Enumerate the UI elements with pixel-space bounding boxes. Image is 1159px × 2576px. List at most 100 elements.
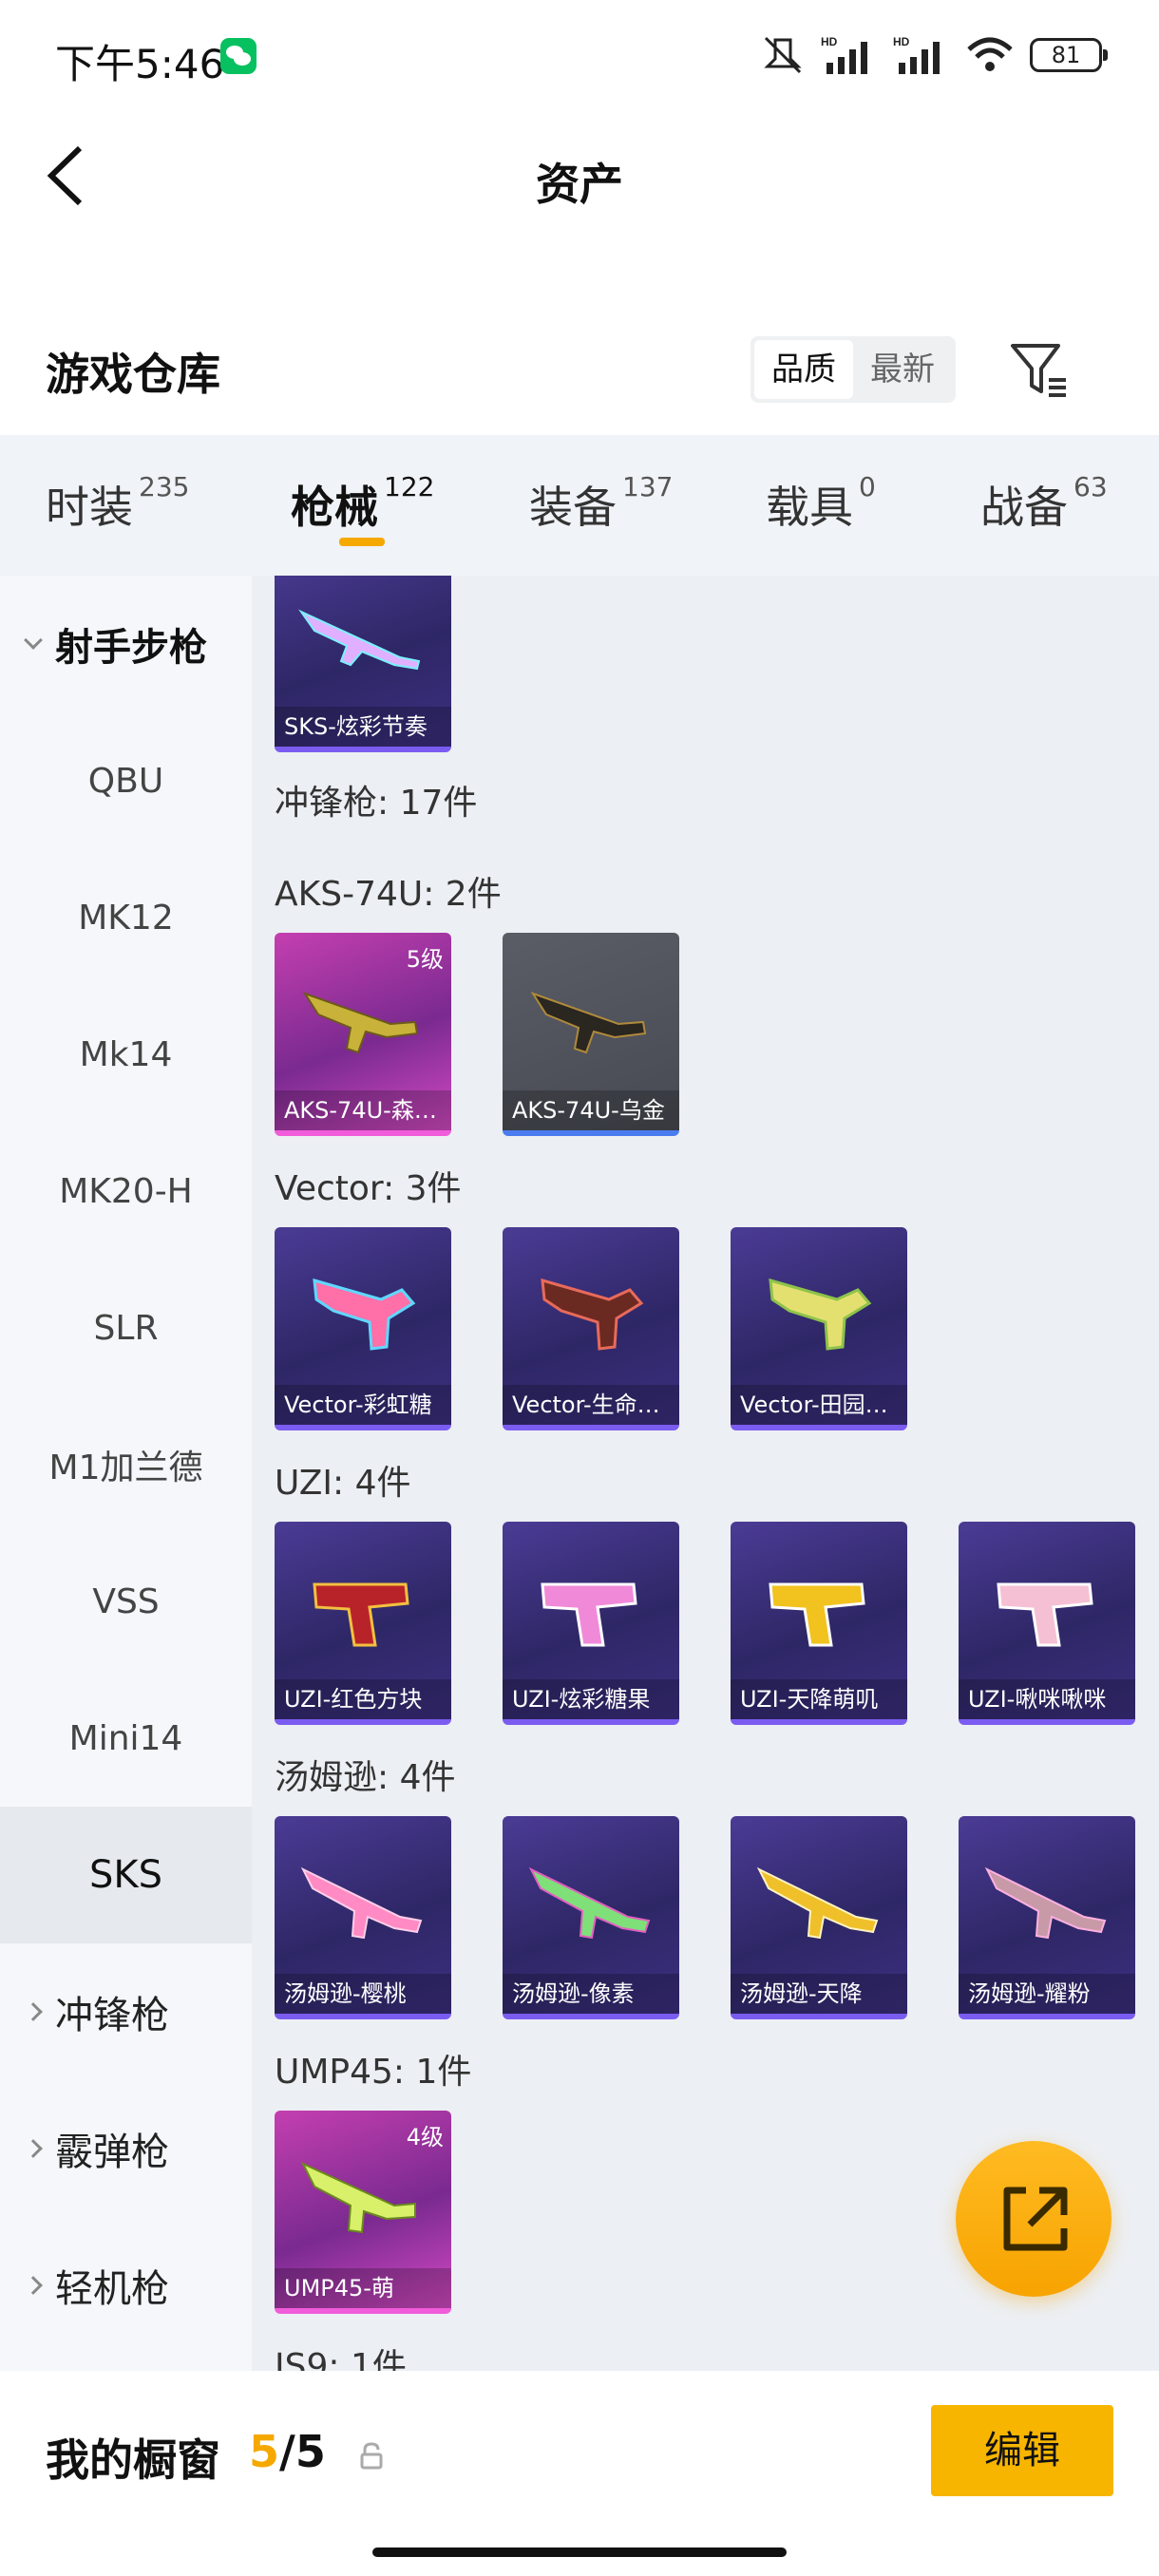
sidebar-group-shotgun[interactable]: 霰弹枪 (0, 2080, 252, 2217)
weapon-card[interactable]: UZI-啾咪啾咪 (959, 1522, 1135, 1725)
sidebar-item-slr[interactable]: SLR (0, 1260, 252, 1396)
sidebar-group-label: 霰弹枪 (55, 2131, 169, 2174)
wechat-icon (220, 38, 256, 74)
sidebar-item-mk12[interactable]: MK12 (0, 849, 252, 986)
smg-icon (313, 1278, 416, 1351)
weapon-name: 汤姆逊-像素 (503, 1974, 679, 2014)
nav-bar: 资产 (0, 114, 1159, 237)
weapon-card[interactable]: Vector-田园之夏 (731, 1227, 907, 1430)
weapon-name: UZI-红色方块 (275, 1679, 451, 1719)
tab-count: 137 (622, 471, 674, 502)
weapon-card[interactable]: 5级 AKS-74U-森林迷彩 (275, 933, 451, 1136)
rifle-icon (984, 1866, 1107, 1940)
home-indicator[interactable] (372, 2548, 787, 2557)
sidebar-item-mk14[interactable]: Mk14 (0, 986, 252, 1123)
category-tabs: 时装 235 枪械 122 装备 137 载具 0 战备 63 (0, 435, 1159, 576)
warehouse-title: 游戏仓库 (46, 349, 220, 400)
warehouse-header: 游戏仓库 品质 最新 (0, 313, 1159, 427)
showcase-current: 5 (249, 2426, 280, 2477)
rifle-icon (298, 609, 421, 671)
pistol-icon (997, 1582, 1093, 1647)
chevron-right-icon (24, 2139, 43, 2158)
weapon-name: 汤姆逊-天降 (731, 1974, 907, 2014)
svg-text:HD: HD (893, 35, 910, 48)
sort-newest-button[interactable]: 最新 (853, 340, 952, 399)
section-label: UZI: 4件 (275, 1464, 411, 1503)
section-label: JS9: 1件 (275, 2347, 407, 2371)
status-icons: HD HD 81 (760, 34, 1108, 76)
pistol-icon (541, 1582, 637, 1647)
smg-icon (769, 1278, 872, 1351)
filter-icon[interactable] (1005, 336, 1072, 403)
signal-icon: HD (821, 35, 867, 74)
smg-icon (530, 992, 647, 1054)
sidebar-item-vss[interactable]: VSS (0, 1533, 252, 1670)
weapon-card[interactable]: 4级 UMP45-萌 (275, 2111, 451, 2314)
wifi-icon (967, 37, 1013, 71)
svg-text:HD: HD (821, 35, 838, 48)
weapon-card[interactable]: 汤姆逊-樱桃 (275, 1816, 451, 2019)
section-label: UMP45: 1件 (275, 2053, 472, 2092)
tab-label: 载具 (766, 482, 853, 533)
rifle-icon (528, 1866, 651, 1940)
sort-quality-button[interactable]: 品质 (754, 340, 853, 399)
weapon-card[interactable]: AKS-74U-乌金 (503, 933, 679, 1136)
sidebar-item-m1-garand[interactable]: M1加兰德 (0, 1396, 252, 1533)
status-time: 下午5:46 (55, 41, 225, 87)
tab-label: 装备 (529, 482, 617, 533)
sidebar-group-lmg[interactable]: 轻机枪 (0, 2217, 252, 2354)
page-title: 资产 (536, 159, 623, 210)
weapon-name: AKS-74U-乌金 (503, 1090, 679, 1130)
sidebar-item-qbu[interactable]: QBU (0, 712, 252, 849)
weapon-card[interactable]: Vector-彩虹糖 (275, 1227, 451, 1430)
weapon-name: UMP45-萌 (275, 2268, 451, 2308)
weapon-name: Vector-彩虹糖 (275, 1385, 451, 1425)
weapon-name: Vector-生命之树 (503, 1385, 679, 1425)
weapon-card[interactable]: 汤姆逊-天降 (731, 1816, 907, 2019)
tab-equipment[interactable]: 装备 137 (529, 471, 674, 536)
section-label: 汤姆逊: 4件 (275, 1758, 456, 1797)
weapon-list: SKS-炫彩节奏 冲锋枪: 17件 AKS-74U: 2件 5级 AKS-74U… (252, 576, 1159, 2371)
weapon-name: UZI-天降萌叽 (731, 1679, 907, 1719)
tab-count: 122 (384, 471, 435, 502)
sidebar-group-marksman[interactable]: 射手步枪 (0, 576, 252, 712)
edit-button[interactable]: 编辑 (931, 2405, 1113, 2496)
pistol-icon (769, 1582, 865, 1647)
share-button[interactable] (956, 2141, 1112, 2297)
sidebar-item-sks[interactable]: SKS (0, 1807, 252, 1943)
weapon-card[interactable]: 汤姆逊-耀粉 (959, 1816, 1135, 2019)
weapon-card[interactable]: UZI-炫彩糖果 (503, 1522, 679, 1725)
tab-firearms[interactable]: 枪械 122 (291, 471, 435, 536)
showcase-label: 我的橱窗 (46, 2434, 220, 2486)
sort-toggle: 品质 最新 (750, 336, 956, 403)
section-label: AKS-74U: 2件 (275, 875, 502, 914)
weapon-card[interactable]: 汤姆逊-像素 (503, 1816, 679, 2019)
smg-icon (300, 2161, 416, 2234)
sidebar-group-label: 冲锋枪 (55, 1994, 169, 2037)
tab-supplies[interactable]: 战备 63 (980, 471, 1108, 536)
weapon-card[interactable]: SKS-炫彩节奏 (275, 576, 451, 752)
tab-fashion[interactable]: 时装 235 (46, 471, 190, 536)
pistol-icon (313, 1582, 409, 1647)
tab-count: 235 (139, 471, 190, 502)
sidebar-item-mk20h[interactable]: MK20-H (0, 1123, 252, 1260)
sidebar-group-label: 射手步枪 (55, 626, 207, 670)
sidebar-group-smg[interactable]: 冲锋枪 (0, 1943, 252, 2080)
sidebar-item-mini14[interactable]: Mini14 (0, 1670, 252, 1807)
rifle-icon (756, 1866, 879, 1940)
weapon-name: 汤姆逊-耀粉 (959, 1974, 1135, 2014)
weapon-name: Vector-田园之夏 (731, 1385, 907, 1425)
smg-icon (541, 1278, 644, 1351)
share-icon (1003, 2187, 1068, 2251)
showcase-bar: 我的橱窗 5/5 编辑 (0, 2371, 1159, 2576)
chevron-right-icon (24, 2002, 43, 2021)
weapon-name: SKS-炫彩节奏 (275, 707, 451, 747)
weapon-card[interactable]: UZI-天降萌叽 (731, 1522, 907, 1725)
weapon-card[interactable]: Vector-生命之树 (503, 1227, 679, 1430)
chevron-down-icon (24, 631, 43, 650)
rifle-icon (300, 1866, 423, 1940)
weapon-card[interactable]: UZI-红色方块 (275, 1522, 451, 1725)
tab-vehicles[interactable]: 载具 0 (766, 471, 876, 536)
status-bar: 下午5:46 HD HD 81 (0, 0, 1159, 114)
showcase-total: /5 (279, 2426, 326, 2477)
